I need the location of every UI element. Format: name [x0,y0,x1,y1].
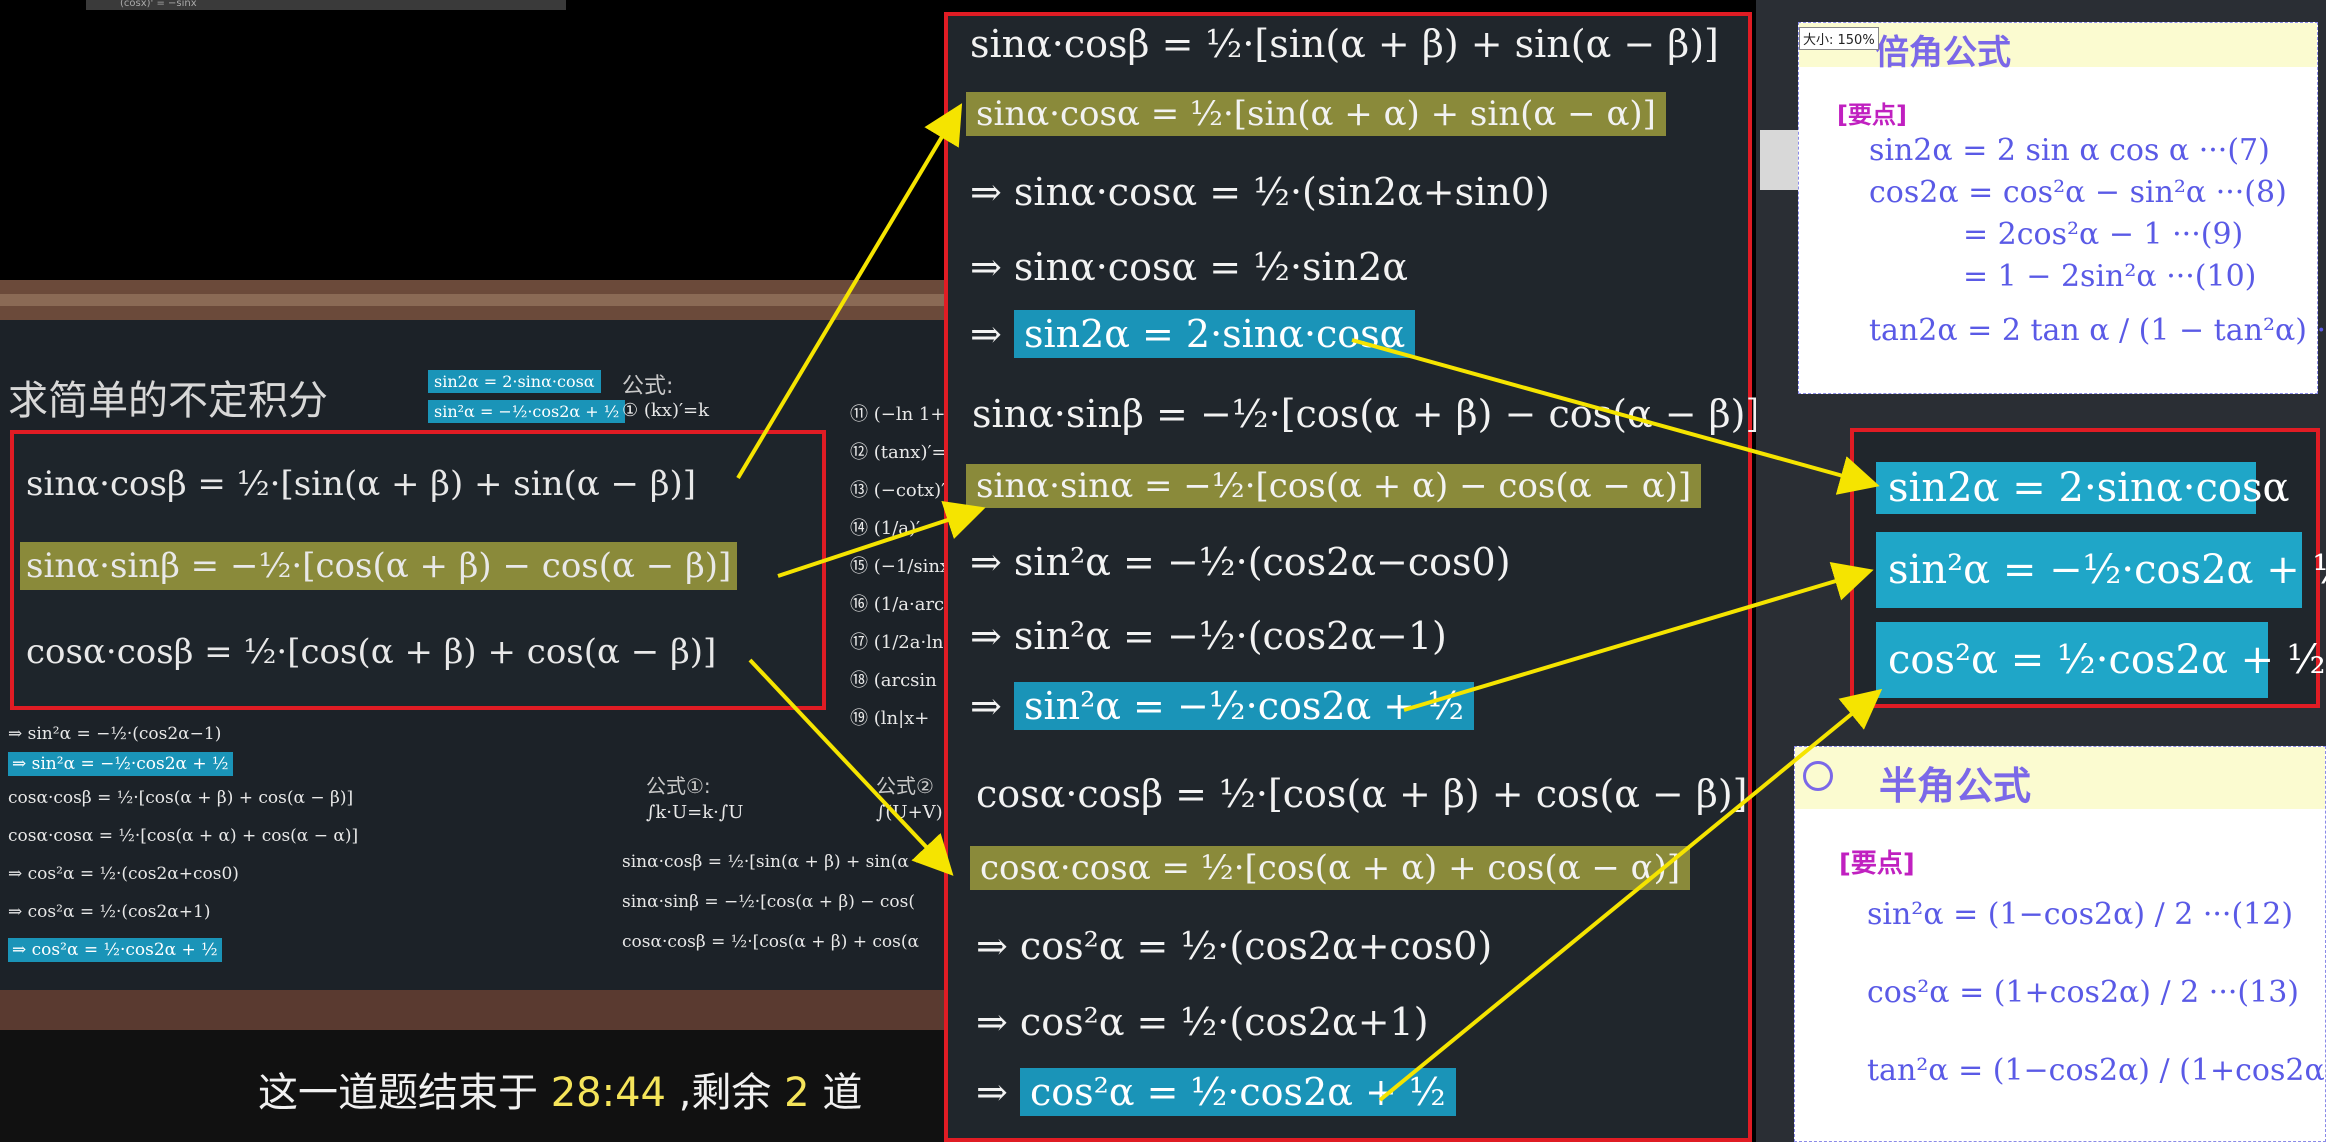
arrow-line [748,658,954,876]
arrow-line [777,501,986,578]
arrow-line [1378,688,1883,1102]
arrow-line [1403,561,1874,712]
arrow-line [736,103,963,480]
connector-arrows [736,103,1883,1102]
arrow-line [1351,338,1880,495]
